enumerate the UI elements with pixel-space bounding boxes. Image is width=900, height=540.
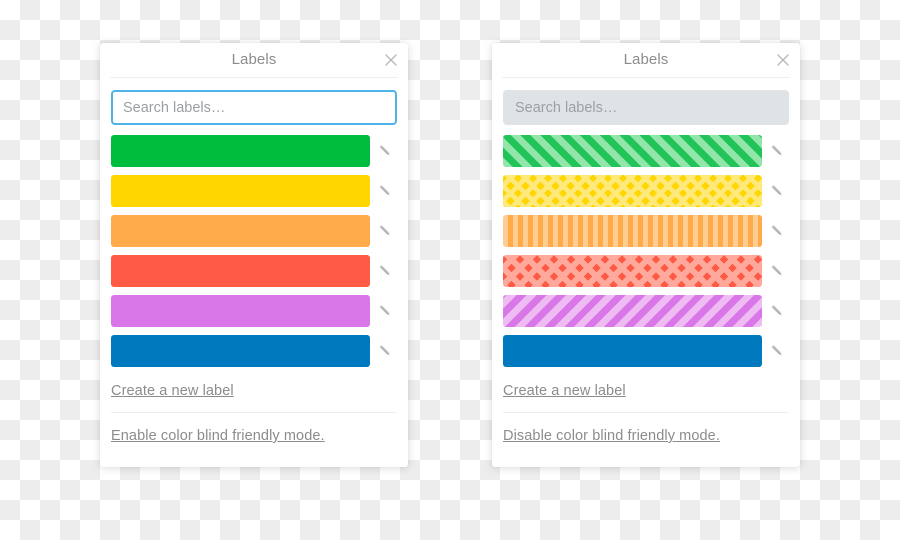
create-new-label-link[interactable]: Create a new label [111,383,234,399]
pencil-icon[interactable] [375,341,395,361]
screenshot-stage: Labels [0,0,900,540]
label-list-default [100,125,408,367]
label-swatch-yellow[interactable] [111,175,370,207]
label-swatch-red[interactable] [503,255,762,287]
label-row [111,335,397,367]
pencil-icon[interactable] [767,141,787,161]
pencil-icon[interactable] [767,221,787,241]
close-icon[interactable] [774,51,792,69]
create-label-area: Create a new label [492,375,800,412]
popover-header: Labels [502,43,790,78]
labels-popover-colorblind: Labels [492,43,800,467]
search-input[interactable] [111,90,397,125]
colorblind-mode-area: Disable color blind friendly mode. [492,413,800,461]
label-swatch-red[interactable] [111,255,370,287]
search-area [492,78,800,125]
label-row [503,175,789,207]
label-row [503,215,789,247]
close-icon[interactable] [382,51,400,69]
toggle-colorblind-mode-link[interactable]: Disable color blind friendly mode. [503,428,720,444]
label-swatch-blue[interactable] [111,335,370,367]
label-list-colorblind [492,125,800,367]
create-new-label-link[interactable]: Create a new label [503,383,626,399]
label-row [503,135,789,167]
label-swatch-orange[interactable] [503,215,762,247]
pencil-icon[interactable] [375,221,395,241]
label-swatch-purple[interactable] [111,295,370,327]
pencil-icon[interactable] [767,261,787,281]
label-swatch-green[interactable] [111,135,370,167]
search-input[interactable] [503,90,789,125]
label-row [503,295,789,327]
search-area [100,78,408,125]
popover-title: Labels [232,51,277,68]
label-swatch-yellow[interactable] [503,175,762,207]
pencil-icon[interactable] [375,301,395,321]
pencil-icon[interactable] [375,141,395,161]
create-label-area: Create a new label [100,375,408,412]
label-swatch-orange[interactable] [111,215,370,247]
labels-popover-default: Labels [100,43,408,467]
pencil-icon[interactable] [767,301,787,321]
pencil-icon[interactable] [375,181,395,201]
popover-title: Labels [624,51,669,68]
label-swatch-blue[interactable] [503,335,762,367]
label-row [503,335,789,367]
colorblind-mode-area: Enable color blind friendly mode. [100,413,408,461]
label-swatch-purple[interactable] [503,295,762,327]
pencil-icon[interactable] [375,261,395,281]
pencil-icon[interactable] [767,341,787,361]
label-row [503,255,789,287]
toggle-colorblind-mode-link[interactable]: Enable color blind friendly mode. [111,428,325,444]
pencil-icon[interactable] [767,181,787,201]
label-row [111,295,397,327]
popover-header: Labels [110,43,398,78]
label-row [111,135,397,167]
label-row [111,255,397,287]
label-swatch-green[interactable] [503,135,762,167]
label-row [111,215,397,247]
label-row [111,175,397,207]
